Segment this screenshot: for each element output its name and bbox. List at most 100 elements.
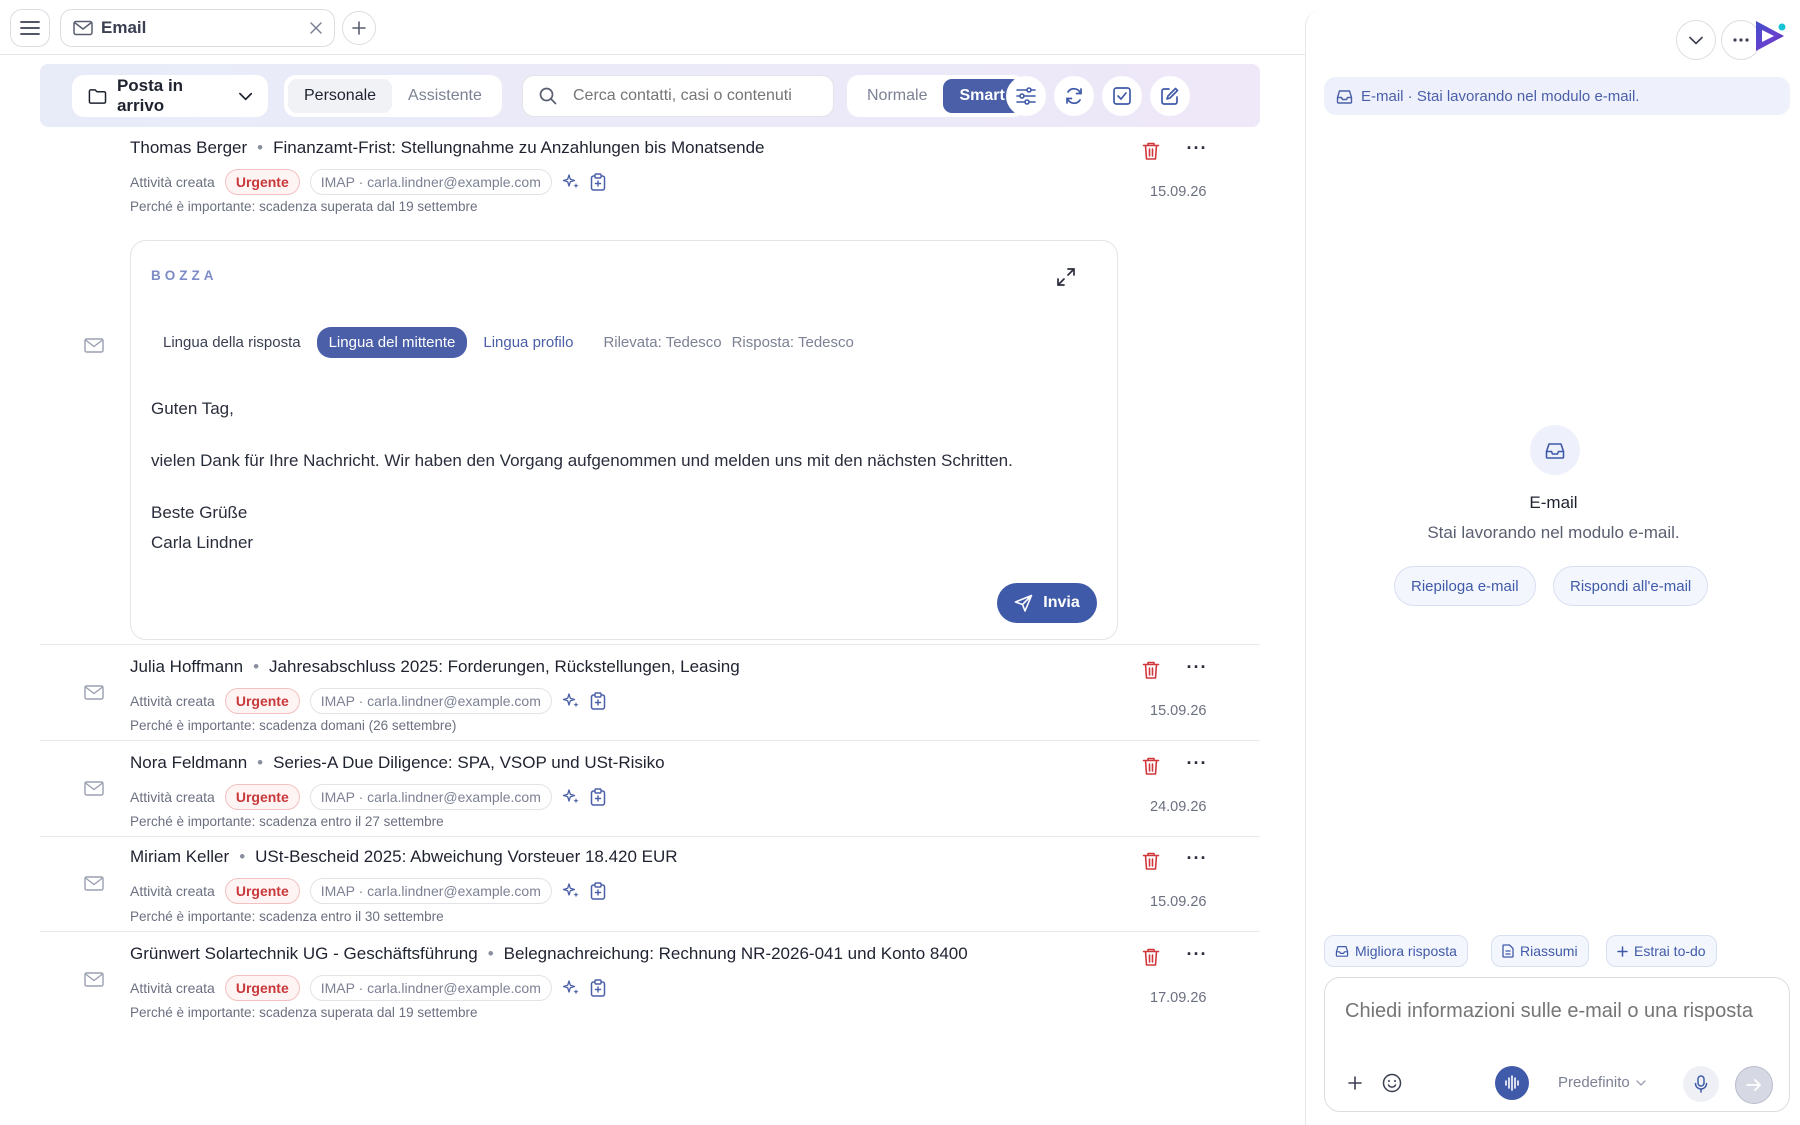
mail-icon <box>84 338 104 353</box>
trash-icon[interactable] <box>1142 660 1160 680</box>
search-input[interactable] <box>573 87 813 105</box>
search-icon <box>539 87 557 105</box>
sender-language-option[interactable]: Lingua del mittente <box>316 327 468 358</box>
send-button[interactable]: Invia <box>997 583 1097 623</box>
sparkle-icon[interactable] <box>562 692 580 710</box>
attach-button[interactable] <box>1343 1066 1367 1100</box>
account-badge: IMAP · carla.lindner@example.com <box>309 784 552 810</box>
account-badge: IMAP · carla.lindner@example.com <box>309 169 552 195</box>
importance-reason: Perché è importante: scadenza superata d… <box>130 1005 478 1020</box>
collapse-button[interactable] <box>1676 20 1716 60</box>
email-row[interactable]: Grünwert Solartechnik UG - Geschäftsführ… <box>40 933 1260 1028</box>
voice-mode-button[interactable] <box>1495 1066 1529 1100</box>
chat-input[interactable] <box>1345 1000 1775 1023</box>
email-date: 24.09.26 <box>1150 799 1207 815</box>
email-row[interactable]: Nora Feldmann • Series-A Due Diligence: SP… <box>40 742 1260 837</box>
email-sender: Grünwert Solartechnik UG - Geschäftsführ… <box>130 944 478 963</box>
draft-signature: Carla Lindner <box>151 533 254 552</box>
model-selector[interactable]: Predefinito <box>1558 1074 1646 1091</box>
send-message-button[interactable] <box>1735 1066 1773 1104</box>
mail-icon <box>84 972 104 987</box>
importance-reason: Perché è importante: scadenza entro il 2… <box>130 814 444 829</box>
activity-label: Attività creata <box>130 693 215 709</box>
folder-selector[interactable]: Posta in arrivo <box>72 75 268 117</box>
audio-wave-icon <box>1505 1075 1519 1091</box>
email-sender: Miriam Keller <box>130 847 230 866</box>
edit-icon <box>1161 87 1179 105</box>
email-subject: Jahresabschluss 2025: Forderungen, Rücks… <box>269 657 740 676</box>
email-meta: Attività creata Urgente IMAP · carla.lin… <box>130 975 606 1001</box>
reply-language-label: Lingua della risposta <box>163 334 301 351</box>
chevron-down-icon <box>1689 36 1703 45</box>
trash-icon[interactable] <box>1142 947 1160 967</box>
more-options-button[interactable]: ··· <box>1184 138 1210 158</box>
emoji-button[interactable] <box>1380 1066 1404 1100</box>
filter-button[interactable] <box>1006 76 1046 116</box>
refresh-button[interactable] <box>1054 76 1094 116</box>
more-options-button[interactable]: ··· <box>1184 944 1210 964</box>
tab-email[interactable]: Email <box>60 9 335 47</box>
send-label: Invia <box>1043 594 1080 611</box>
clipboard-icon[interactable] <box>590 979 606 997</box>
draft-body[interactable]: Guten Tag, vielen Dank für Ihre Nachrich… <box>151 394 1013 558</box>
menu-button[interactable] <box>10 9 50 47</box>
more-options-button[interactable]: ··· <box>1184 657 1210 677</box>
compose-button[interactable] <box>1150 76 1190 116</box>
reply-email-button[interactable]: Rispondi all'e-mail <box>1553 566 1709 606</box>
more-icon <box>1733 38 1749 42</box>
summarize-chip[interactable]: Riassumi <box>1491 935 1589 967</box>
expand-icon[interactable] <box>1056 267 1076 287</box>
urgent-badge: Urgente <box>224 975 300 1001</box>
tab-normale[interactable]: Normale <box>851 79 943 113</box>
tasks-button[interactable] <box>1102 76 1142 116</box>
module-title: E-mail <box>1529 493 1578 512</box>
module-subtitle: Stai lavorando nel modulo e-mail. <box>1427 523 1680 542</box>
microphone-icon <box>1694 1075 1708 1093</box>
email-row[interactable]: Thomas Berger • Finanzamt-Frist: Stellungn… <box>40 128 1260 640</box>
microphone-button[interactable] <box>1683 1066 1719 1102</box>
clipboard-icon[interactable] <box>590 788 606 806</box>
language-selector: Lingua della risposta Lingua del mittent… <box>151 327 854 358</box>
detected-language: Rilevata: Tedesco <box>603 334 722 351</box>
activity-label: Attività creata <box>130 980 215 996</box>
add-tab-button[interactable] <box>342 11 376 45</box>
email-date: 17.09.26 <box>1150 990 1207 1006</box>
more-options-button[interactable]: ··· <box>1184 753 1210 773</box>
clipboard-icon[interactable] <box>590 692 606 710</box>
chevron-down-icon <box>238 92 252 101</box>
close-icon[interactable] <box>310 22 322 34</box>
email-meta: Attività creata Urgente IMAP · carla.lin… <box>130 784 606 810</box>
email-header: Thomas Berger • Finanzamt-Frist: Stellungn… <box>130 138 765 157</box>
extract-todo-chip[interactable]: Estrai to-do <box>1606 935 1717 967</box>
email-row[interactable]: Miriam Keller • USt-Bescheid 2025: Abweich… <box>40 837 1260 932</box>
improve-reply-chip[interactable]: Migliora risposta <box>1324 935 1468 967</box>
tab-personale[interactable]: Personale <box>288 79 393 113</box>
reply-language: Risposta: Tedesco <box>731 334 854 351</box>
trash-icon[interactable] <box>1142 851 1160 871</box>
refresh-icon <box>1066 87 1082 105</box>
tab-assistente[interactable]: Assistente <box>392 79 498 113</box>
sparkle-icon[interactable] <box>562 788 580 806</box>
plus-icon <box>1617 945 1628 957</box>
clipboard-icon[interactable] <box>590 173 606 191</box>
email-row[interactable]: Julia Hoffmann • Jahresabschluss 2025: For… <box>40 646 1260 741</box>
email-meta: Attività creata Urgente IMAP · carla.lin… <box>130 688 606 714</box>
mode-tabs: Normale Smart <box>847 75 1025 117</box>
plus-icon <box>1348 1076 1362 1090</box>
sparkle-icon[interactable] <box>562 882 580 900</box>
plus-icon <box>352 21 366 35</box>
clipboard-icon[interactable] <box>590 882 606 900</box>
email-toolbar: Posta in arrivo Personale Assistente Nor… <box>40 64 1260 127</box>
trash-icon[interactable] <box>1142 141 1160 161</box>
summarize-email-button[interactable]: Riepiloga e-mail <box>1394 566 1536 606</box>
activity-label: Attività creata <box>130 789 215 805</box>
sparkle-icon[interactable] <box>562 979 580 997</box>
module-icon <box>1530 425 1580 475</box>
sparkle-icon[interactable] <box>562 173 580 191</box>
trash-icon[interactable] <box>1142 756 1160 776</box>
search-box[interactable] <box>522 75 834 117</box>
profile-language-option[interactable]: Lingua profilo <box>471 327 585 358</box>
email-sender: Thomas Berger <box>130 138 248 157</box>
email-subject: Finanzamt-Frist: Stellungnahme zu Anzahl… <box>273 138 765 157</box>
more-options-button[interactable]: ··· <box>1184 848 1210 868</box>
